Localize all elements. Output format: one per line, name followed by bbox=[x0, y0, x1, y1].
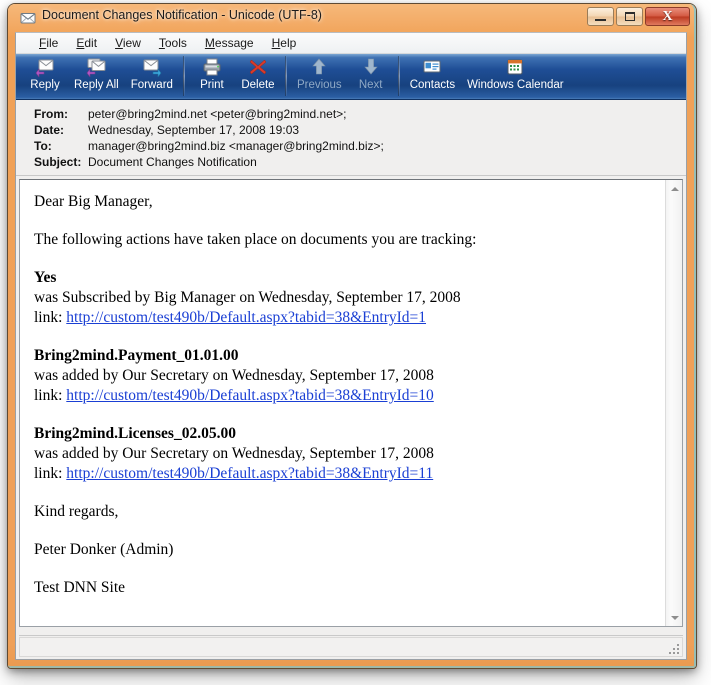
entry-action-3: was added by Our Secretary on Wednesday,… bbox=[34, 445, 434, 462]
arrow-up-icon bbox=[309, 57, 329, 77]
header-value-date: Wednesday, September 17, 2008 19:03 bbox=[88, 123, 300, 137]
entry-title-2: Bring2mind.Payment_01.01.00 bbox=[34, 347, 239, 364]
toolbar: Reply Reply All Forward Print Delete Pre… bbox=[16, 54, 686, 100]
toolbar-label-contacts: Contacts bbox=[409, 79, 456, 91]
header-row-to: To: manager@bring2mind.biz <manager@brin… bbox=[16, 138, 686, 154]
maximize-icon bbox=[624, 12, 635, 21]
message-entry-2: Bring2mind.Payment_01.01.00 was added by… bbox=[34, 346, 654, 406]
menu-item-file[interactable]: FFileile bbox=[30, 35, 67, 52]
scroll-up-icon bbox=[670, 186, 679, 191]
toolbar-label-print: Print bbox=[200, 79, 224, 91]
envelope-icon bbox=[20, 13, 36, 24]
menu-item-view[interactable]: View bbox=[106, 35, 150, 52]
message-body-text: Dear Big Manager, The following actions … bbox=[34, 192, 654, 598]
toolbar-label-delete: Delete bbox=[241, 79, 275, 91]
entry-link-row-1: link: http://custom/test490b/Default.asp… bbox=[34, 308, 654, 328]
title-bar[interactable]: Document Changes Notification - Unicode … bbox=[8, 4, 696, 32]
toolbar-separator-2 bbox=[284, 56, 287, 96]
header-value-from[interactable]: peter@bring2mind.net <peter@bring2mind.n… bbox=[88, 107, 347, 121]
toolbar-button-contacts[interactable]: Contacts bbox=[404, 54, 461, 98]
email-window: Document Changes Notification - Unicode … bbox=[8, 4, 696, 668]
message-header-pane: From: peter@bring2mind.net <peter@bring2… bbox=[16, 100, 686, 176]
message-body-panel: Dear Big Manager, The following actions … bbox=[19, 179, 683, 627]
window-title: Document Changes Notification - Unicode … bbox=[42, 8, 322, 22]
menu-item-tools[interactable]: Tools bbox=[150, 35, 196, 52]
desktop-background: Document Changes Notification - Unicode … bbox=[0, 0, 711, 685]
calendar-icon bbox=[505, 57, 525, 77]
forward-icon bbox=[142, 57, 162, 78]
reply-icon bbox=[35, 57, 55, 78]
status-bar bbox=[19, 635, 683, 657]
arrow-down-icon bbox=[361, 57, 381, 77]
printer-icon bbox=[202, 57, 222, 77]
resize-grip-icon[interactable] bbox=[667, 642, 679, 654]
entry-link-label-1: link: bbox=[34, 309, 63, 326]
contacts-card-icon bbox=[422, 57, 442, 77]
message-intro: The following actions have taken place o… bbox=[34, 231, 477, 248]
scroll-down-icon bbox=[670, 615, 679, 620]
menu-item-message[interactable]: Message bbox=[196, 35, 263, 52]
toolbar-button-forward[interactable]: Forward bbox=[125, 54, 179, 98]
toolbar-button-delete[interactable]: Delete bbox=[235, 54, 281, 98]
message-signature: Peter Donker (Admin) bbox=[34, 541, 174, 558]
entry-link-label-3: link: bbox=[34, 465, 63, 482]
header-row-subject: Subject: Document Changes Notification bbox=[16, 154, 686, 170]
entry-link-row-3: link: http://custom/test490b/Default.asp… bbox=[34, 464, 654, 484]
menu-item-help[interactable]: Help bbox=[263, 35, 306, 52]
status-bar-inner bbox=[19, 637, 683, 657]
delete-x-icon bbox=[248, 57, 268, 77]
message-body-scroll[interactable]: Dear Big Manager, The following actions … bbox=[20, 180, 664, 626]
client-area: FFileile Edit View Tools Message Help bbox=[15, 32, 687, 660]
message-entry-1: Yes was Subscribed by Big Manager on Wed… bbox=[34, 268, 654, 328]
toolbar-button-reply[interactable]: Reply bbox=[22, 54, 68, 98]
toolbar-label-forward: Forward bbox=[130, 79, 173, 91]
header-row-from: From: peter@bring2mind.net <peter@bring2… bbox=[16, 106, 686, 122]
entry-link-label-2: link: bbox=[34, 387, 63, 404]
reply-all-icon bbox=[86, 57, 106, 78]
vertical-scrollbar[interactable] bbox=[665, 180, 682, 626]
minimize-button[interactable] bbox=[587, 7, 614, 26]
header-label-from: From: bbox=[34, 107, 68, 121]
menu-item-edit[interactable]: Edit bbox=[67, 35, 106, 52]
header-label-date: Date: bbox=[34, 123, 65, 137]
toolbar-label-reply-all: Reply All bbox=[74, 79, 119, 91]
message-entry-3: Bring2mind.Licenses_02.05.00 was added b… bbox=[34, 424, 654, 484]
message-site: Test DNN Site bbox=[34, 579, 126, 596]
toolbar-separator-1 bbox=[182, 56, 185, 96]
close-icon: X bbox=[662, 8, 673, 24]
scroll-up-button[interactable] bbox=[666, 180, 682, 197]
close-button[interactable]: X bbox=[645, 7, 690, 26]
entry-link-3[interactable]: http://custom/test490b/Default.aspx?tabi… bbox=[66, 465, 433, 482]
header-label-subject: Subject: bbox=[34, 155, 82, 169]
toolbar-button-reply-all[interactable]: Reply All bbox=[68, 54, 125, 98]
entry-title-1: Yes bbox=[34, 269, 57, 286]
entry-title-3: Bring2mind.Licenses_02.05.00 bbox=[34, 425, 236, 442]
toolbar-button-previous: Previous bbox=[291, 54, 348, 98]
toolbar-label-reply: Reply bbox=[30, 79, 60, 91]
header-value-to[interactable]: manager@bring2mind.biz <manager@bring2mi… bbox=[88, 139, 384, 153]
toolbar-button-next: Next bbox=[348, 54, 394, 98]
toolbar-separator-3 bbox=[397, 56, 400, 96]
header-label-to: To: bbox=[34, 139, 52, 153]
minimize-icon bbox=[595, 18, 606, 21]
entry-action-1: was Subscribed by Big Manager on Wednesd… bbox=[34, 289, 461, 306]
header-row-date: Date: Wednesday, September 17, 2008 19:0… bbox=[16, 122, 686, 138]
entry-link-1[interactable]: http://custom/test490b/Default.aspx?tabi… bbox=[66, 309, 426, 326]
toolbar-label-previous: Previous bbox=[296, 79, 342, 91]
window-controls: X bbox=[585, 7, 690, 26]
scroll-down-button[interactable] bbox=[666, 609, 682, 626]
toolbar-label-next: Next bbox=[358, 79, 383, 91]
message-closing: Kind regards, bbox=[34, 503, 119, 520]
menu-bar: FFileile Edit View Tools Message Help bbox=[16, 33, 686, 54]
toolbar-button-print[interactable]: Print bbox=[189, 54, 235, 98]
toolbar-button-windows-calendar[interactable]: Windows Calendar bbox=[461, 54, 570, 98]
message-greeting: Dear Big Manager, bbox=[34, 193, 153, 210]
maximize-button[interactable] bbox=[616, 7, 643, 26]
entry-link-2[interactable]: http://custom/test490b/Default.aspx?tabi… bbox=[66, 387, 433, 404]
header-value-subject: Document Changes Notification bbox=[88, 155, 257, 169]
toolbar-label-windows-calendar: Windows Calendar bbox=[467, 79, 564, 91]
entry-link-row-2: link: http://custom/test490b/Default.asp… bbox=[34, 386, 654, 406]
entry-action-2: was added by Our Secretary on Wednesday,… bbox=[34, 367, 434, 384]
